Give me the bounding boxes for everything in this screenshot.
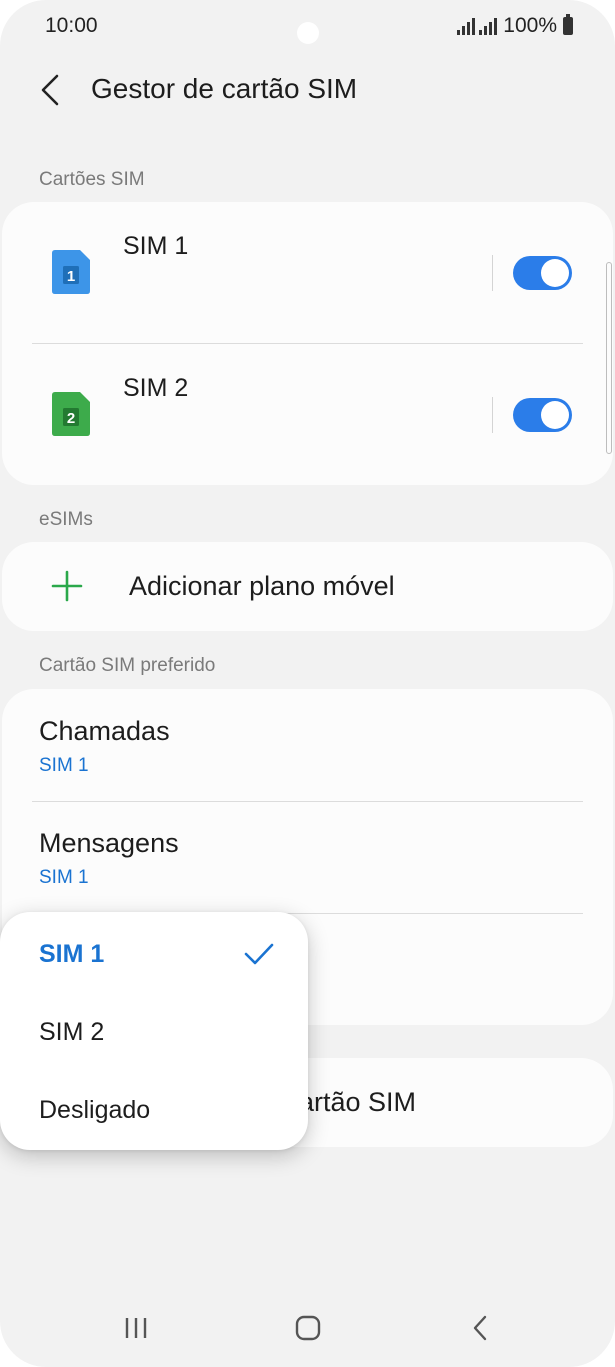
camera-cutout bbox=[297, 22, 319, 44]
nav-back-button[interactable] bbox=[458, 1310, 502, 1346]
sim-badge: 1 bbox=[67, 268, 75, 285]
status-time: 10:00 bbox=[45, 14, 98, 37]
sim-card-icon: 2 bbox=[52, 392, 90, 436]
add-mobile-plan-button[interactable]: Adicionar plano móvel bbox=[2, 542, 613, 631]
sim-card-icon: 1 bbox=[52, 250, 90, 294]
pref-row-value: SIM 1 bbox=[39, 867, 89, 888]
check-icon bbox=[244, 943, 274, 965]
divider bbox=[492, 397, 493, 433]
home-icon bbox=[295, 1315, 321, 1341]
sim-1-toggle[interactable] bbox=[513, 256, 572, 290]
app-header: Gestor de cartão SIM bbox=[0, 60, 615, 120]
section-label-sim-cards: Cartões SIM bbox=[39, 169, 145, 190]
sim-manager-option-label: artão SIM bbox=[299, 1087, 417, 1117]
add-plan-label: Adicionar plano móvel bbox=[129, 571, 395, 601]
section-label-preferred: Cartão SIM preferido bbox=[39, 655, 216, 676]
popup-option-sim-2[interactable]: SIM 2 bbox=[0, 994, 308, 1072]
battery-percent: 100% bbox=[503, 14, 557, 37]
sim-badge: 2 bbox=[67, 410, 75, 427]
home-button[interactable] bbox=[286, 1310, 330, 1346]
back-button[interactable] bbox=[30, 70, 70, 110]
pref-row-value: SIM 1 bbox=[39, 755, 89, 776]
battery-icon bbox=[563, 14, 573, 35]
phone-screen: 10:00 100% Gestor de cartão SIM Cartões … bbox=[0, 0, 615, 1367]
section-label-esims: eSIMs bbox=[39, 509, 93, 530]
sim-name: SIM 2 bbox=[123, 374, 189, 402]
navigation-bar bbox=[0, 1292, 615, 1367]
popup-option-label: SIM 1 bbox=[39, 940, 105, 968]
status-bar: 10:00 100% bbox=[0, 0, 615, 56]
pref-row-title: Mensagens bbox=[39, 828, 179, 858]
sim-selection-popup: SIM 1 SIM 2 Desligado bbox=[0, 912, 308, 1150]
chevron-left-icon bbox=[41, 74, 59, 106]
plus-icon bbox=[51, 570, 83, 602]
sim-cards-card: 1 SIM 1 2 SIM 2 bbox=[2, 202, 613, 485]
row-divider bbox=[32, 801, 583, 802]
pref-row-title: Chamadas bbox=[39, 716, 170, 746]
divider bbox=[492, 255, 493, 291]
status-icons: 100% bbox=[457, 14, 573, 38]
back-icon bbox=[473, 1315, 487, 1341]
sim-name: SIM 1 bbox=[123, 232, 189, 260]
popup-option-sim-1[interactable]: SIM 1 bbox=[0, 916, 308, 994]
sim-row-2[interactable]: 2 SIM 2 bbox=[2, 344, 613, 484]
recent-apps-icon bbox=[125, 1318, 147, 1338]
popup-option-off[interactable]: Desligado bbox=[0, 1072, 308, 1150]
popup-option-label: Desligado bbox=[39, 1096, 151, 1124]
sim-2-toggle[interactable] bbox=[513, 398, 572, 432]
sim-row-1[interactable]: 1 SIM 1 bbox=[2, 202, 613, 342]
page-title: Gestor de cartão SIM bbox=[91, 73, 358, 104]
recent-apps-button[interactable] bbox=[114, 1310, 158, 1346]
signal-icon-2 bbox=[479, 17, 498, 35]
scrollbar[interactable] bbox=[606, 262, 612, 454]
signal-icon bbox=[457, 17, 476, 35]
popup-option-label: SIM 2 bbox=[39, 1018, 105, 1046]
